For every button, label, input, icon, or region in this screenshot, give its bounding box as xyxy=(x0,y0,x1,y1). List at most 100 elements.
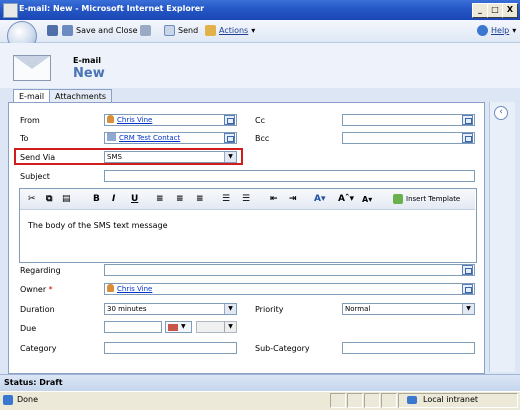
send-button[interactable]: Send xyxy=(164,25,198,36)
cc-lookup[interactable] xyxy=(342,114,475,126)
save-close-icon xyxy=(62,25,73,36)
command-toolbar: Save and Close Send Actions ▾ Help ▾ xyxy=(0,20,520,43)
required-marker: * xyxy=(48,285,53,294)
window-title-bar: E-mail: New - Microsoft Internet Explore… xyxy=(0,0,520,20)
cut-icon[interactable]: ✂ xyxy=(28,194,36,204)
lookup-icon[interactable] xyxy=(462,284,473,294)
outdent-icon[interactable]: ⇤ xyxy=(270,194,278,204)
record-name: New xyxy=(73,66,105,81)
status-cell xyxy=(381,393,397,408)
indent-icon[interactable]: ⇥ xyxy=(289,194,297,204)
category-label: Category xyxy=(20,344,57,353)
form-status-bar: Status: Draft xyxy=(0,374,520,391)
duration-select[interactable]: 30 minutes ▼ xyxy=(104,303,237,315)
regarding-label: Regarding xyxy=(20,266,61,275)
actions-menu[interactable]: Actions ▾ xyxy=(205,25,255,36)
from-value[interactable]: Chris Vine xyxy=(117,116,152,124)
duration-value: 30 minutes xyxy=(107,305,147,313)
send-icon xyxy=(164,25,175,36)
lookup-icon[interactable] xyxy=(224,115,235,125)
email-body-text[interactable]: The body of the SMS text message xyxy=(28,221,168,230)
regarding-lookup[interactable] xyxy=(104,264,475,276)
to-value[interactable]: CRM Test Contact xyxy=(119,134,180,142)
to-label: To xyxy=(20,134,29,143)
paste-icon[interactable]: ▤ xyxy=(62,194,71,204)
insert-template-label: Insert Template xyxy=(406,195,461,203)
actions-icon xyxy=(205,25,216,36)
due-date-input[interactable] xyxy=(104,321,162,333)
bcc-lookup[interactable] xyxy=(342,132,475,144)
maximize-button[interactable]: □ xyxy=(487,3,503,18)
security-zone: Local intranet xyxy=(398,393,518,408)
intranet-icon xyxy=(407,396,417,404)
send-label: Send xyxy=(178,26,199,35)
chevron-down-icon: ▾ xyxy=(251,26,256,35)
status-cell xyxy=(347,393,363,408)
highlight-color-icon[interactable]: A▾ xyxy=(314,194,325,204)
insert-template-button[interactable]: Insert Template xyxy=(393,194,460,204)
zone-label: Local intranet xyxy=(423,395,479,404)
chevron-down-icon[interactable]: ▼ xyxy=(462,304,474,314)
contact-icon xyxy=(107,133,116,141)
owner-label: Owner * xyxy=(20,285,53,294)
priority-select[interactable]: Normal ▼ xyxy=(342,303,475,315)
user-icon xyxy=(107,284,114,292)
align-left-icon[interactable]: ≡ xyxy=(156,194,164,204)
lookup-icon[interactable] xyxy=(462,133,473,143)
subject-label: Subject xyxy=(20,172,50,181)
from-lookup[interactable]: Chris Vine xyxy=(104,114,237,126)
lookup-icon[interactable] xyxy=(462,115,473,125)
help-menu[interactable]: Help ▾ xyxy=(477,25,516,36)
align-right-icon[interactable]: ≡ xyxy=(196,194,204,204)
collapse-pane-icon[interactable]: ‹ xyxy=(494,106,508,120)
ie-page-icon xyxy=(3,3,18,18)
ie-page-icon xyxy=(3,395,13,405)
align-center-icon[interactable]: ≡ xyxy=(176,194,184,204)
tab-attachments[interactable]: Attachments xyxy=(49,89,113,103)
email-envelope-icon xyxy=(13,55,51,81)
due-label: Due xyxy=(20,324,37,333)
lookup-icon[interactable] xyxy=(224,133,235,143)
font-shrink-button[interactable]: A▾ xyxy=(362,195,372,204)
subcategory-input[interactable] xyxy=(342,342,475,354)
template-icon xyxy=(393,194,403,204)
save-and-close-label: Save and Close xyxy=(76,26,138,35)
italic-button[interactable]: I xyxy=(112,194,115,204)
numbered-list-icon[interactable]: ☰ xyxy=(222,194,230,204)
from-label: From xyxy=(20,116,40,125)
to-lookup[interactable]: CRM Test Contact xyxy=(104,132,237,144)
save-icon[interactable] xyxy=(47,25,58,36)
print-icon[interactable] xyxy=(140,25,151,36)
help-label: Help xyxy=(491,26,510,35)
font-grow-button[interactable]: Aˆ▾ xyxy=(338,194,354,204)
underline-button[interactable]: U xyxy=(131,194,138,204)
help-icon xyxy=(477,25,488,36)
save-and-close-button[interactable]: Save and Close xyxy=(62,25,138,36)
due-time-select[interactable]: ▼ xyxy=(196,321,237,333)
bold-button[interactable]: B xyxy=(93,194,100,204)
copy-icon[interactable]: ⧉ xyxy=(46,194,52,204)
highlight-box xyxy=(14,148,243,165)
duration-label: Duration xyxy=(20,305,55,314)
bullet-list-icon[interactable]: ☰ xyxy=(242,194,250,204)
chevron-down-icon[interactable]: ▼ xyxy=(224,304,236,314)
owner-value[interactable]: Chris Vine xyxy=(117,285,152,293)
close-window-button[interactable]: X xyxy=(502,3,518,18)
owner-lookup[interactable]: Chris Vine xyxy=(104,283,475,295)
user-icon xyxy=(107,115,114,123)
cc-label: Cc xyxy=(255,116,265,125)
browser-status-text: Done xyxy=(17,395,39,404)
lookup-icon[interactable] xyxy=(462,265,473,275)
priority-label: Priority xyxy=(255,305,284,314)
status-cell xyxy=(364,393,380,408)
category-input[interactable] xyxy=(104,342,237,354)
subject-input[interactable] xyxy=(104,170,475,182)
chevron-down-icon[interactable]: ▼ xyxy=(224,322,236,332)
window-title: E-mail: New - Microsoft Internet Explore… xyxy=(19,4,205,13)
entity-type-label: E-mail xyxy=(73,56,102,65)
side-pane xyxy=(489,102,515,372)
priority-value: Normal xyxy=(345,305,371,313)
minimize-button[interactable]: _ xyxy=(472,3,488,18)
subcategory-label: Sub-Category xyxy=(255,344,310,353)
calendar-icon[interactable]: ▼ xyxy=(165,321,192,333)
